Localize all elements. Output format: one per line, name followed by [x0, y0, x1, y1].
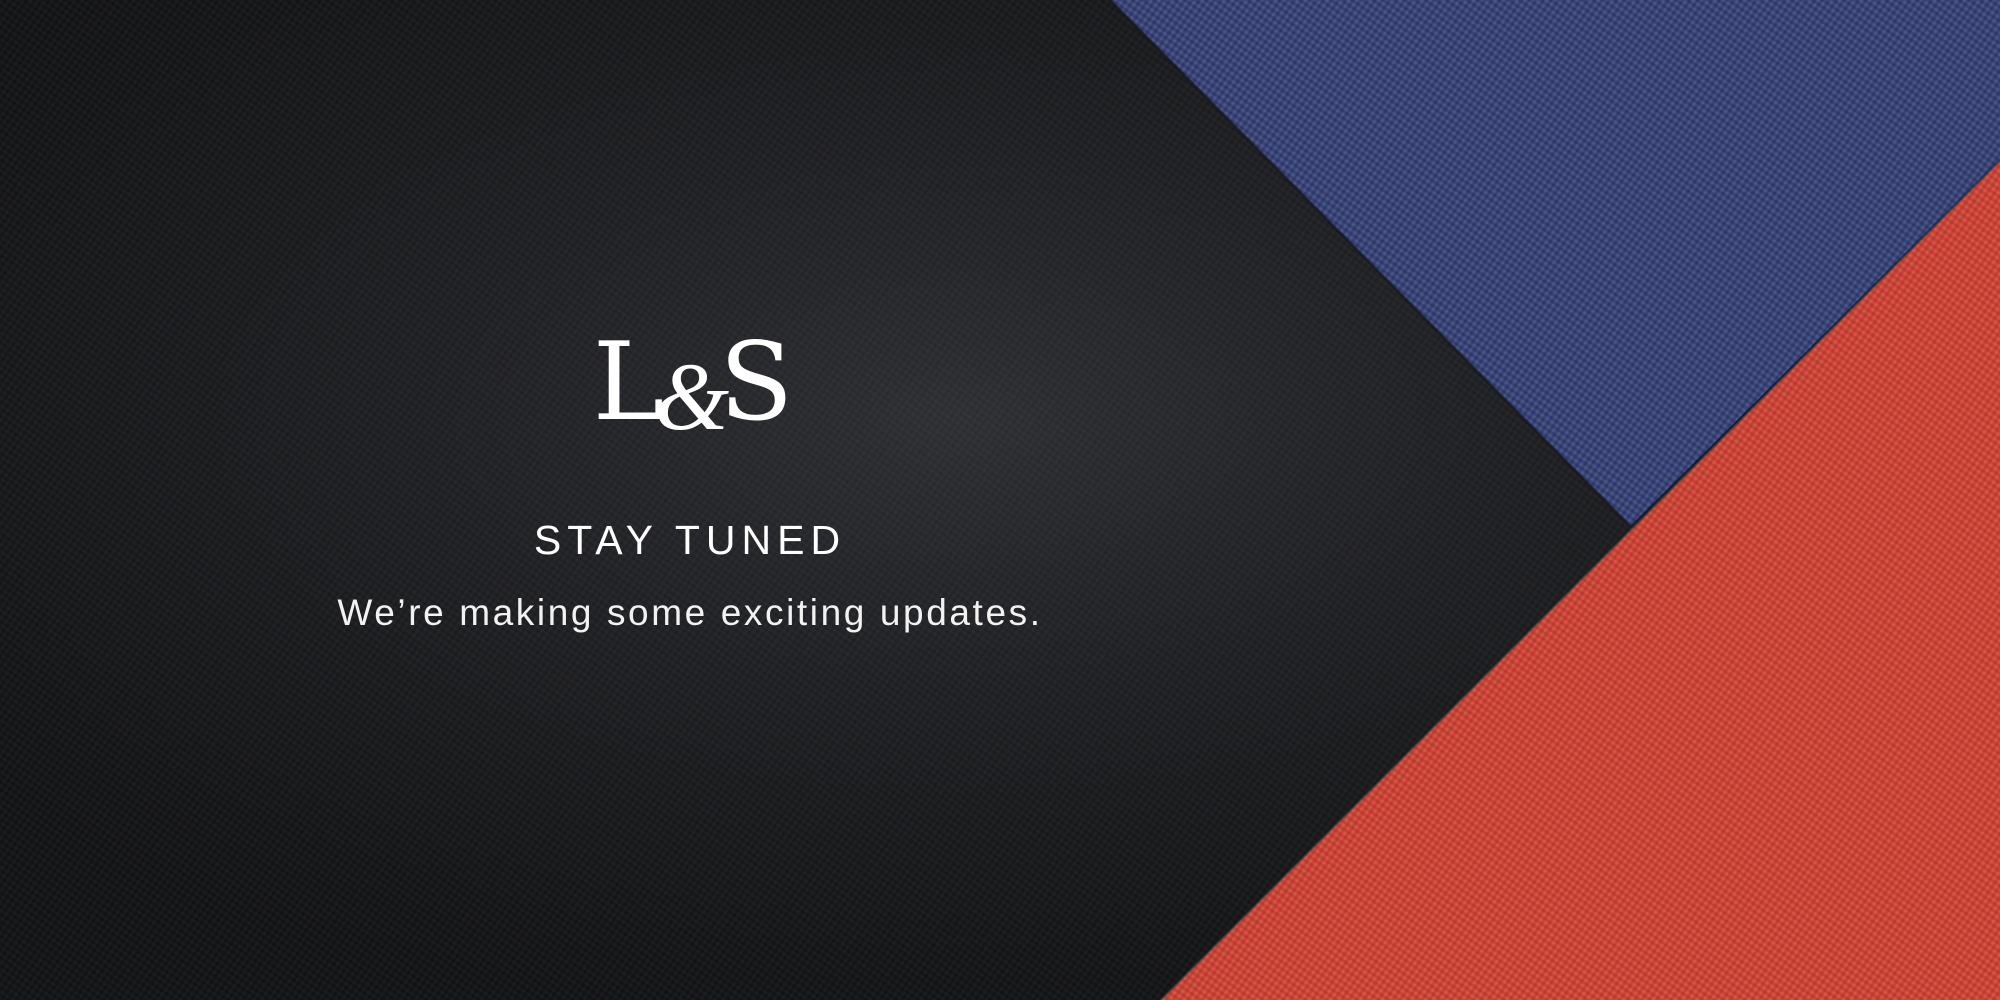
- coming-soon-page: L&S STAY TUNED We’re making some excitin…: [0, 0, 2000, 1000]
- logo-ampersand: &: [654, 343, 730, 450]
- stay-tuned-heading: STAY TUNED: [533, 517, 847, 563]
- ls-logo: L&S: [540, 318, 840, 450]
- leather-background: [0, 0, 2000, 1000]
- logo-letter-s: S: [719, 320, 793, 445]
- logo-letter-l: L: [592, 320, 665, 445]
- updates-message: We’re making some exciting updates.: [337, 592, 1043, 633]
